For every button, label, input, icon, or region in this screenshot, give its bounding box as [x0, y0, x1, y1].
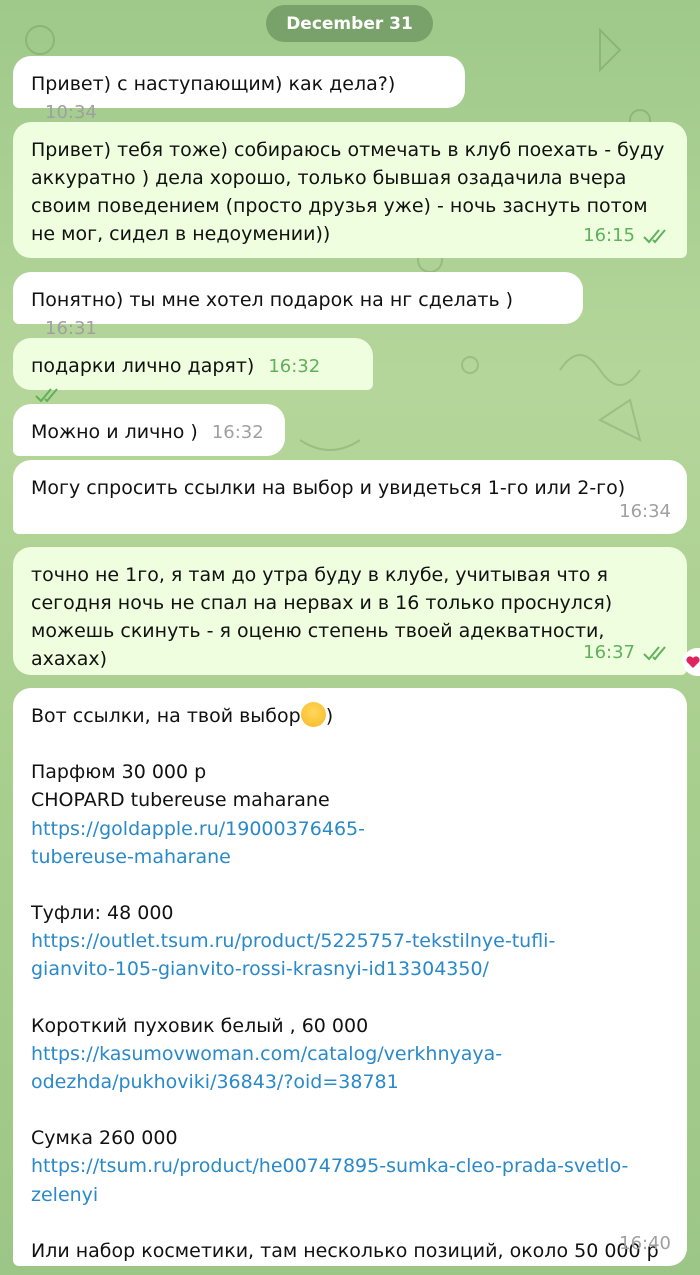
message-outgoing[interactable]: точно не 1го, я там до утра буду в клубе…	[13, 547, 687, 675]
message-time: 16:32	[211, 422, 264, 443]
perfume-desc: CHOPARD tubereuse maharane	[31, 789, 330, 812]
intro-suffix: )	[325, 705, 334, 727]
date-separator: December 31	[266, 5, 433, 42]
intro-text: Вот ссылки, на твой выбор	[31, 705, 301, 727]
double-check-icon	[643, 646, 666, 661]
message-meta: 16:34	[619, 498, 671, 526]
shoes-link-cont[interactable]: gianvito-105-gianvito-rossi-krasnyi-id13…	[31, 955, 669, 983]
shoes-link[interactable]: https://outlet.tsum.ru/product/5225757-t…	[31, 927, 669, 955]
message-incoming-links[interactable]: Вот ссылки, на твой выбор) Парфюм 30 000…	[13, 688, 687, 1266]
smiling-face-emoji	[300, 702, 326, 727]
message-time: 16:15	[583, 225, 635, 246]
message-incoming[interactable]: Можно и лично ) 16:32	[13, 404, 285, 456]
jacket-title: Короткий пуховик белый , 60 000	[31, 1014, 369, 1037]
bag-link[interactable]: https://tsum.ru/product/he00747895-sumka…	[31, 1152, 669, 1180]
jacket-link[interactable]: https://kasumovwoman.com/catalog/verkhny…	[31, 1040, 669, 1068]
cosmetics-text: Или набор косметики, там несколько позиц…	[31, 1239, 659, 1262]
message-outgoing[interactable]: Привет) тебя тоже) собираюсь отмечать в …	[13, 122, 687, 258]
links-intro: Вот ссылки, на твой выбор)	[31, 702, 669, 730]
perfume-line: CHOPARD tubereuse maharane https://golda…	[31, 786, 669, 842]
message-time: 16:32	[268, 356, 321, 377]
bag-title: Сумка 260 000	[31, 1127, 178, 1150]
jacket-link-cont[interactable]: odezhda/pukhoviki/36843/?oid=38781	[31, 1068, 669, 1096]
heart-icon	[686, 656, 700, 668]
message-incoming[interactable]: Понятно) ты мне хотел подарок на нг сдел…	[13, 272, 583, 339]
message-time: 16:40	[619, 1232, 671, 1254]
shoes-title: Туфли: 48 000	[31, 902, 174, 925]
message-meta: 16:15	[583, 222, 671, 250]
message-time: 16:37	[583, 642, 635, 663]
bag-link-cont[interactable]: zelenyi	[31, 1181, 669, 1209]
double-check-icon	[35, 388, 58, 403]
message-meta: 16:40	[619, 1230, 671, 1258]
message-outgoing[interactable]: подарки лично дарят) 16:32	[13, 338, 373, 403]
message-text: точно не 1го, я там до утра буду в клубе…	[31, 564, 619, 670]
perfume-link[interactable]: https://goldapple.ru/19000376465-	[31, 818, 365, 840]
message-text: Можно и лично )	[31, 421, 198, 443]
perfume-link-cont[interactable]: tubereuse-maharane	[31, 843, 669, 871]
message-incoming[interactable]: Привет) с наступающим) как дела?)10:34	[13, 56, 465, 123]
message-text: Понятно) ты мне хотел подарок на нг сдел…	[31, 289, 514, 311]
message-text: Могу спросить ссылки на выбор и увидетьс…	[31, 477, 626, 499]
message-text: Привет) с наступающим) как дела?)	[31, 73, 396, 95]
message-text: подарки лично дарят)	[31, 355, 255, 377]
perfume-title: Парфюм 30 000 р	[31, 761, 207, 784]
message-meta: 16:37	[583, 639, 671, 667]
message-text: Привет) тебя тоже) собираюсь отмечать в …	[31, 139, 671, 245]
double-check-icon	[643, 229, 666, 244]
message-incoming[interactable]: Могу спросить ссылки на выбор и увидетьс…	[13, 460, 687, 534]
message-time: 16:34	[619, 501, 671, 522]
